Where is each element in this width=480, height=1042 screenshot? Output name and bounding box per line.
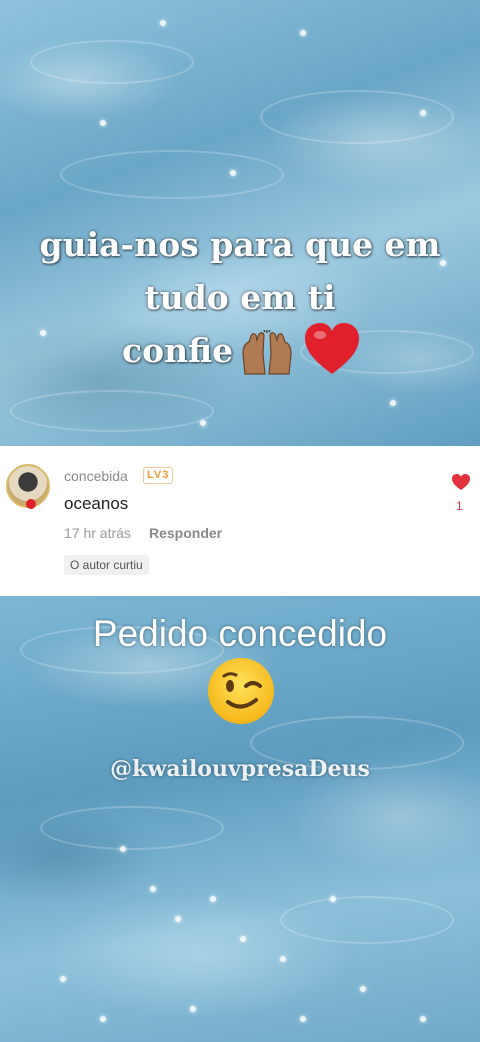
caption-line-1: guia-nos para que em [39,225,441,264]
comment-timestamp: 17 hr atrás [64,525,131,541]
comment-text: oceanos [64,494,129,513]
top-caption: guia-nos para que em tudo em ti confie [0,218,480,380]
comment-username[interactable]: concebida [64,468,128,484]
red-heart-icon [303,322,361,376]
author-liked-badge: O autor curtiu [64,555,149,575]
raising-hands-icon [235,327,299,376]
bottom-caption: Pedido concedido [92,613,388,654]
badge-icon [26,499,36,509]
video-frame: guia-nos para que em tudo em ti confie c… [0,0,480,1042]
heart-icon[interactable] [451,473,471,491]
winking-face-icon [208,658,274,724]
watermark: @kwailouvpresaDeus [110,756,370,782]
caption-line-3: confie [122,331,234,370]
level-badge: LV3 [143,467,174,484]
reply-button[interactable]: Responder [149,525,222,541]
caption-line-2: tudo em ti [144,278,336,317]
comment-card: concebida LV3 oceanos 17 hr atrás Respon… [0,446,480,596]
like-count: 1 [456,499,463,513]
caption-line-3-row: confie [0,322,480,380]
